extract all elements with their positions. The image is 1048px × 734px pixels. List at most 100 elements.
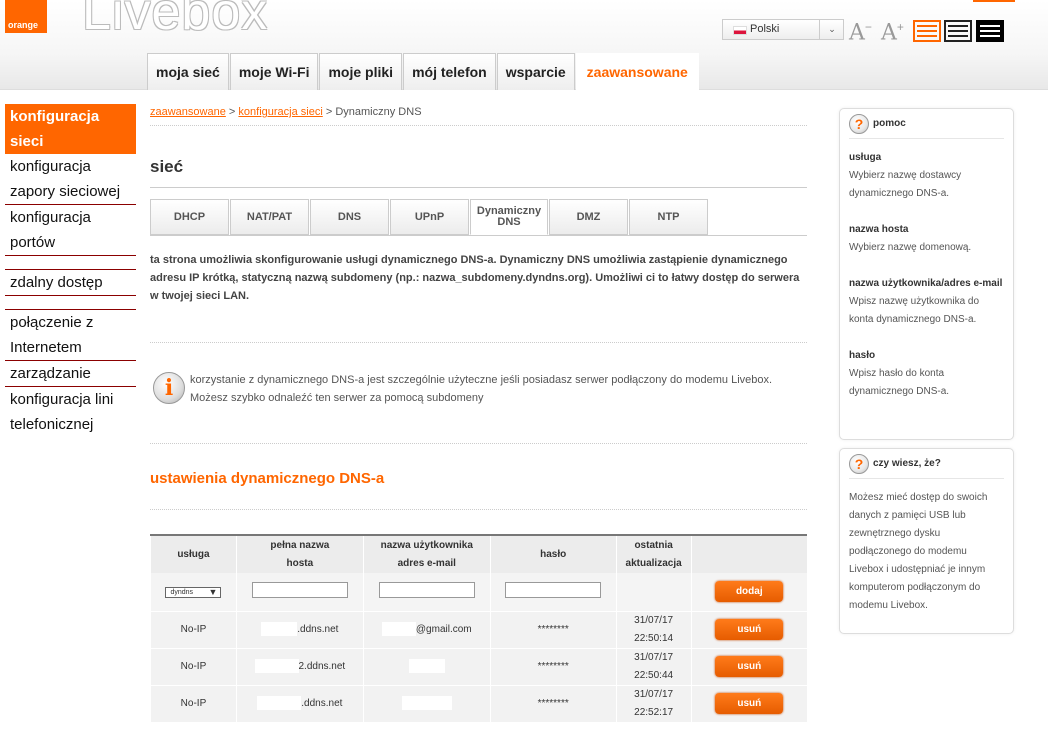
help-label: hasło	[849, 350, 876, 361]
contrast-high-icon[interactable]	[976, 20, 1004, 42]
nav-item-polaczenie[interactable]: połączenie z Internetem	[5, 310, 136, 361]
add-button[interactable]: dodaj	[715, 581, 784, 603]
subtab-dns[interactable]: DNS	[310, 199, 389, 235]
row-host-cell: .ddns.net	[235, 684, 364, 722]
tab-moje-pliki[interactable]: moje pliki	[319, 53, 403, 90]
help-title: pomoc	[873, 118, 906, 129]
row-service: No-IP	[150, 647, 237, 685]
section-divider	[150, 187, 807, 188]
row-action: usuń	[690, 647, 807, 685]
subtab-ntp[interactable]: NTP	[629, 199, 708, 235]
row-action: usuń	[690, 684, 807, 722]
nav-item-zdalny-dostep[interactable]: zdalny dostęp	[5, 270, 136, 296]
user-cell	[362, 573, 491, 611]
tab-wsparcie[interactable]: wsparcie	[496, 53, 575, 90]
help-desc: Wpisz nazwę użytkownika do konta dynamic…	[849, 296, 980, 325]
tab-moj-telefon[interactable]: mój telefon	[403, 53, 496, 90]
breadcrumb: zaawansowane > konfiguracja sieci > Dyna…	[150, 104, 807, 126]
tab-moja-siec[interactable]: moja sieć	[147, 53, 229, 90]
nav-item-konfiguracja-portow[interactable]: konfiguracja portów	[5, 205, 136, 256]
subtab-dynamiczny-dns[interactable]: Dynamiczny DNS	[470, 199, 548, 235]
row-user: @gmail.com	[415, 623, 472, 635]
row-date: 31/07/17	[634, 614, 674, 626]
table-row: No-IP .ddns.net ******** 31/07/17 22:52:1…	[150, 684, 807, 722]
help-body: usługa Wybierz nazwę dostawcy dynamiczne…	[840, 139, 1013, 409]
contrast-normal-icon[interactable]	[944, 20, 972, 42]
tab-moje-wifi[interactable]: moje Wi-Fi	[229, 53, 319, 90]
nav-item-konfiguracja-lini[interactable]: konfiguracja lini telefonicznej	[5, 387, 136, 437]
select-arrow-icon: ▼	[208, 586, 218, 597]
row-time: 22:50:44	[634, 669, 674, 681]
redacted-mask	[408, 658, 445, 673]
tip-text: Możesz mieć dostęp do swoich danych z pa…	[849, 492, 988, 611]
row-date: 31/07/17	[634, 651, 674, 663]
orange-logo[interactable]: orange	[5, 0, 47, 33]
help-label: nazwa użytkownika/adres e-mail	[849, 278, 1003, 289]
table-row: No-IP 2.ddns.net ******** 31/07/17 22:50:…	[150, 647, 807, 685]
font-increase-letter: A	[881, 20, 897, 46]
help-desc: Wpisz hasło do konta dynamicznego DNS-a.	[849, 368, 950, 397]
row-update: 31/07/17 22:50:14	[615, 610, 692, 648]
delete-button[interactable]: usuń	[715, 619, 784, 640]
row-host-cell: 2.ddns.net	[235, 647, 364, 685]
help-desc: Wybierz nazwę domenową.	[849, 242, 972, 253]
contrast-orange-icon[interactable]	[913, 20, 941, 42]
top-accent-bar	[973, 0, 1015, 2]
breadcrumb-konfiguracja-sieci[interactable]: konfiguracja sieci	[238, 106, 322, 118]
font-increase-button[interactable]: A+	[881, 20, 904, 46]
font-decrease-button[interactable]: A−	[849, 20, 872, 46]
table-header-row: usługa pełna nazwa hosta nazwa użytkowni…	[150, 535, 807, 573]
info-icon: i	[153, 372, 185, 404]
breadcrumb-zaawansowane[interactable]: zaawansowane	[150, 106, 226, 118]
row-date: 31/07/17	[634, 688, 674, 700]
tab-zaawansowane[interactable]: zaawansowane	[575, 53, 699, 90]
dotted-separator	[150, 342, 807, 343]
nav-item-konfiguracja-sieci[interactable]: konfiguracja sieci	[5, 104, 136, 154]
row-time: 22:52:17	[634, 706, 674, 718]
page-description: ta strona umożliwia skonfigurowanie usłu…	[150, 254, 800, 302]
nav-item-zarzadzanie[interactable]: zarządzanie	[5, 361, 136, 387]
row-host: 2.ddns.net	[298, 660, 346, 672]
row-host-cell: .ddns.net	[235, 610, 364, 648]
row-service: No-IP	[150, 610, 237, 648]
subtab-dhcp[interactable]: DHCP	[150, 199, 229, 235]
password-cell	[489, 573, 617, 611]
col-usluga: usługa	[150, 535, 237, 573]
redacted-mask	[381, 621, 416, 636]
delete-button[interactable]: usuń	[715, 693, 784, 715]
language-select[interactable]: Polski ⌄	[722, 19, 844, 40]
host-input[interactable]	[251, 582, 348, 598]
service-select-value: dyndns	[170, 588, 194, 596]
service-select[interactable]: dyndns ▼	[165, 586, 222, 598]
help-panel: ? pomoc usługa Wybierz nazwę dostawcy dy…	[839, 108, 1014, 440]
font-decrease-letter: A	[849, 20, 865, 46]
dns-table: usługa pełna nazwa hosta nazwa użytkowni…	[150, 534, 807, 722]
redacted-mask	[257, 696, 302, 711]
delete-button[interactable]: usuń	[715, 656, 784, 677]
col-nazwa-uzytkownika: nazwa użytkownika adres e-mail	[362, 535, 491, 573]
password-input[interactable]	[505, 582, 602, 598]
breadcrumb-sep: >	[325, 106, 333, 118]
row-user-cell: @gmail.com	[362, 610, 491, 648]
subtab-dmz[interactable]: DMZ	[549, 199, 628, 235]
tip-header: ? czy wiesz, że?	[849, 449, 1004, 479]
row-user-cell	[362, 684, 491, 722]
livebox-brand: Livebox	[82, 0, 269, 41]
subtab-nat-pat[interactable]: NAT/PAT	[230, 199, 309, 235]
row-host: .ddns.net	[297, 623, 339, 635]
row-time: 22:50:14	[634, 632, 674, 644]
help-label: usługa	[849, 152, 882, 163]
breadcrumb-sep: >	[228, 106, 236, 118]
col-haslo: hasło	[489, 535, 617, 573]
row-password: ********	[489, 610, 617, 648]
row-password: ********	[489, 684, 617, 722]
breadcrumb-current: Dynamiczny DNS	[335, 106, 422, 118]
redacted-mask	[254, 658, 299, 673]
user-input[interactable]	[378, 582, 475, 598]
help-header: ? pomoc	[849, 109, 1004, 139]
nav-item-konfiguracja-zapory[interactable]: konfiguracja zapory sieciowej	[5, 154, 136, 205]
help-label: nazwa hosta	[849, 224, 909, 235]
redacted-mask	[401, 696, 452, 711]
subtab-upnp[interactable]: UPnP	[390, 199, 469, 235]
left-nav: konfiguracja sieci konfiguracja zapory s…	[5, 104, 136, 437]
